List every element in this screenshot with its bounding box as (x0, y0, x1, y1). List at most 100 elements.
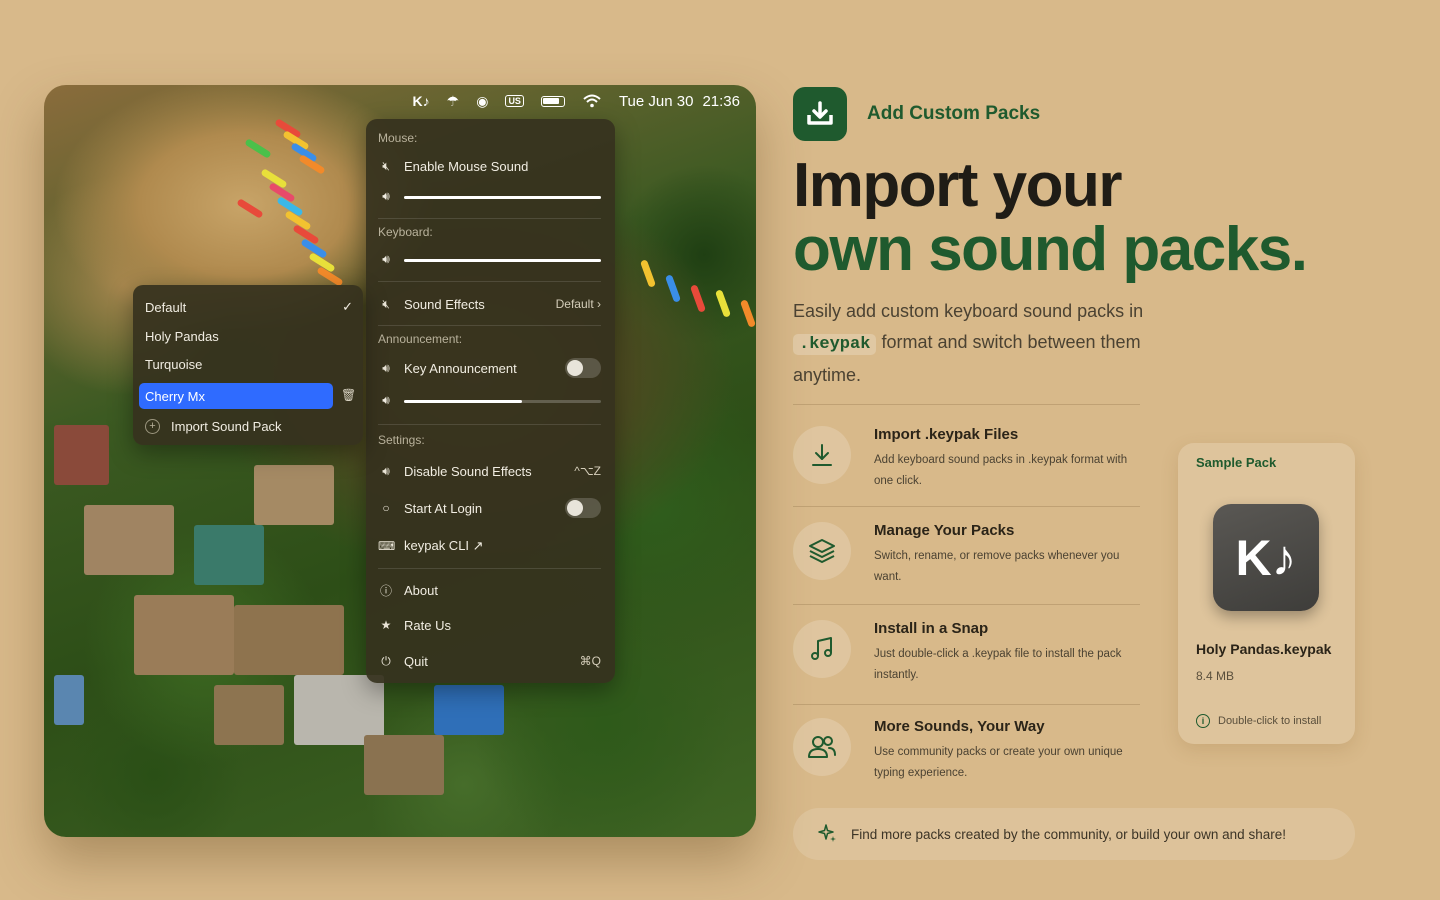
lead-paragraph: Easily add custom keyboard sound packs i… (793, 301, 1144, 385)
keyboard-volume-slider[interactable] (404, 259, 601, 262)
speaker-icon: 🔊︎ (382, 463, 390, 478)
users-icon (793, 718, 851, 776)
sample-pack-name: Holy Pandas.keypak (1196, 641, 1332, 657)
divider (793, 404, 1140, 405)
feature-desc: Switch, rename, or remove packs whenever… (874, 550, 1120, 583)
trash-icon[interactable]: 🗑︎ (341, 388, 356, 402)
volume-icon: 🔊︎ (382, 393, 390, 407)
sound-pack-submenu: Default ✓ Holy Pandas Turquoise Cherry M… (133, 285, 363, 445)
announcement-volume-slider[interactable] (404, 400, 601, 403)
pack-item-cherry-mx[interactable]: Cherry Mx (139, 383, 333, 409)
mouse-header: Mouse: (378, 131, 418, 145)
divider (378, 568, 601, 569)
announcement-header: Announcement: (378, 332, 463, 346)
community-banner-text: Find more packs created by the community… (851, 826, 1286, 842)
disable-shortcut: ^⌥Z (574, 464, 601, 478)
key-announcement-label: Key Announcement (404, 360, 517, 376)
terminal-icon: ⌨︎ (378, 539, 396, 553)
community-banner: Find more packs created by the community… (793, 808, 1355, 860)
menu-bar: K♪ ☂ ◉ US Tue Jun 30 21:36 (44, 85, 756, 117)
wifi-icon[interactable] (582, 94, 602, 108)
app-screenshot: K♪ ☂ ◉ US Tue Jun 30 21:36 Mouse: 🔇︎ Ena… (44, 85, 756, 837)
keypak-code: .keypak (793, 334, 877, 355)
pack-label: Holy Pandas (145, 328, 219, 344)
key-announcement-item[interactable]: 🔊︎ Key Announcement (378, 357, 601, 379)
start-at-login-toggle[interactable] (565, 498, 601, 518)
divider (793, 506, 1140, 507)
speaker-icon: 🔊︎ (382, 360, 390, 375)
settings-header: Settings: (378, 433, 425, 447)
keyboard-layout-icon[interactable]: US (505, 95, 524, 107)
volume-icon: 🔊︎ (382, 252, 390, 266)
divider (793, 704, 1140, 705)
feature-title: Install in a Snap (874, 620, 989, 637)
feature-desc: Add keyboard sound packs in .keypak form… (874, 454, 1128, 487)
info-icon: ⓘ (379, 583, 392, 598)
import-sound-pack-label: Import Sound Pack (171, 418, 282, 434)
speaker-muted-icon: 🔇︎ (382, 158, 390, 173)
enable-mouse-sound-item[interactable]: 🔇︎ Enable Mouse Sound (378, 155, 601, 177)
import-sound-pack-item[interactable]: + Import Sound Pack (139, 413, 333, 439)
pack-label: Cherry Mx (145, 388, 205, 404)
circle-icon: ○ (382, 501, 390, 515)
mouse-volume-fill (404, 196, 601, 199)
quit-shortcut: ⌘Q (579, 654, 601, 668)
umbrella-icon[interactable]: ☂ (447, 93, 460, 110)
pack-item-default[interactable]: Default ✓ (139, 294, 353, 320)
divider (378, 281, 601, 282)
start-at-login-item[interactable]: ○ Start At Login (378, 497, 601, 519)
app-menu: Mouse: 🔇︎ Enable Mouse Sound 🔊︎ Keyboard… (366, 119, 615, 683)
menubar-time[interactable]: 21:36 (702, 93, 740, 110)
sparkle-icon (817, 823, 837, 846)
section-eyebrow: Add Custom Packs (867, 103, 1041, 124)
download-icon (793, 426, 851, 484)
app-logo-icon[interactable]: K♪ (413, 93, 430, 109)
quit-item[interactable]: ⏻ Quit ⌘Q (378, 650, 601, 672)
start-at-login-label: Start At Login (404, 500, 483, 516)
sample-pack-card[interactable]: Sample Pack K♪ Holy Pandas.keypak 8.4 MB… (1178, 443, 1355, 744)
star-icon: ★ (380, 618, 392, 632)
keyboard-volume-fill (404, 259, 601, 262)
info-icon: i (1196, 714, 1210, 728)
key-announcement-toggle[interactable] (565, 358, 601, 378)
announcement-volume-fill (404, 400, 523, 403)
divider (378, 325, 601, 326)
record-icon[interactable]: ◉ (476, 93, 488, 110)
rate-us-label: Rate Us (404, 617, 451, 633)
menubar-date[interactable]: Tue Jun 30 (619, 93, 694, 110)
quit-label: Quit (404, 653, 428, 669)
sample-pack-label: Sample Pack (1196, 455, 1277, 470)
speaker-muted-icon: 🔇︎ (382, 296, 390, 311)
plus-icon: + (145, 418, 160, 434)
pack-label: Turquoise (145, 356, 203, 372)
sound-effects-label: Sound Effects (404, 296, 485, 312)
enable-mouse-sound-label: Enable Mouse Sound (404, 158, 529, 174)
battery-icon[interactable] (540, 95, 565, 107)
mouse-volume-slider[interactable] (404, 196, 601, 199)
download-badge-icon (793, 87, 847, 141)
pack-item-turquoise[interactable]: Turquoise (139, 351, 333, 377)
sound-effects-item[interactable]: 🔇︎ Sound Effects Default › (378, 293, 601, 315)
install-hint: i Double-click to install (1196, 714, 1321, 728)
keypak-cli-item[interactable]: ⌨︎ keypak CLI ↗ (378, 535, 601, 557)
feature-title: Manage Your Packs (874, 522, 1015, 539)
about-item[interactable]: ⓘ About (378, 579, 601, 601)
feature-desc: Use community packs or create your own u… (874, 746, 1123, 779)
divider (378, 424, 601, 425)
headline-line-1: Import your (793, 151, 1122, 220)
about-label: About (404, 582, 438, 598)
sound-effects-value: Default › (555, 297, 601, 311)
keypak-file-icon[interactable]: K♪ (1213, 504, 1319, 611)
music-note-icon (793, 620, 851, 678)
rate-us-item[interactable]: ★ Rate Us (378, 614, 601, 636)
divider (378, 218, 601, 219)
pack-label: Default (145, 299, 187, 315)
disable-sound-effects-label: Disable Sound Effects (404, 463, 532, 479)
checkmark-icon: ✓ (342, 299, 353, 314)
power-icon: ⏻ (381, 653, 391, 668)
disable-sound-effects-item[interactable]: 🔊︎ Disable Sound Effects ^⌥Z (378, 460, 601, 482)
feature-desc: Just double-click a .keypak file to inst… (874, 648, 1122, 681)
volume-icon: 🔊︎ (382, 189, 390, 203)
pack-item-holy-pandas[interactable]: Holy Pandas (139, 323, 333, 349)
layers-icon (793, 522, 851, 580)
